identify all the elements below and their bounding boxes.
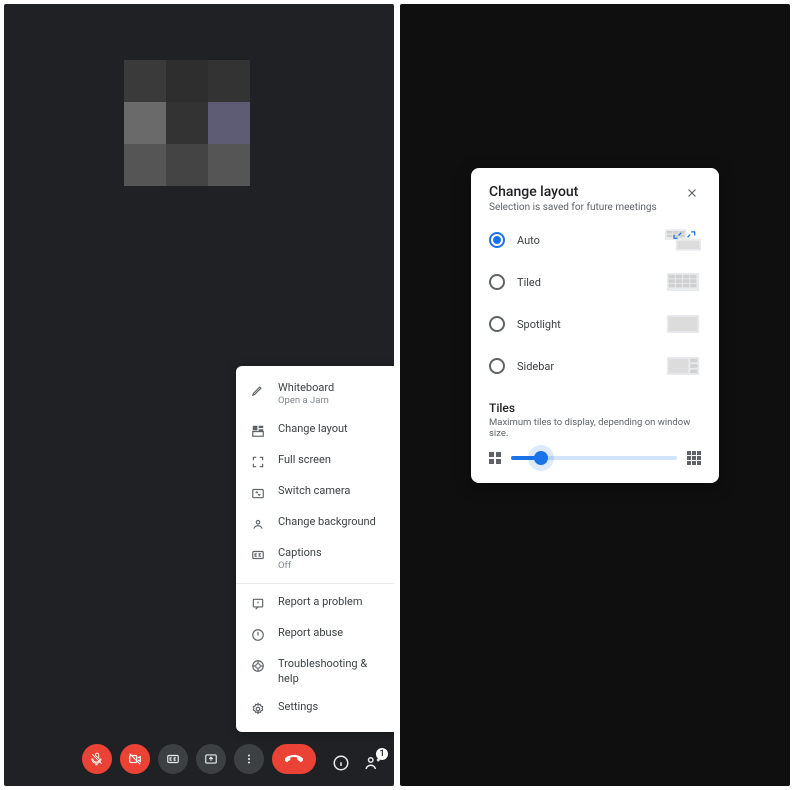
menu-item-label: Settings <box>278 700 318 714</box>
feedback-icon <box>250 596 266 612</box>
tiled-thumb-icon <box>665 271 701 293</box>
meeting-panel-right: Change layout Selection is saved for fut… <box>400 4 790 786</box>
menu-item-label: Report a problem <box>278 595 363 609</box>
report-icon <box>250 627 266 643</box>
radio-icon <box>489 232 505 248</box>
radio-label: Auto <box>517 234 540 247</box>
mic-off-button[interactable] <box>82 744 112 774</box>
help-icon <box>250 658 266 674</box>
close-button[interactable] <box>683 184 701 202</box>
captions-icon <box>250 547 266 563</box>
layout-icon <box>250 423 266 439</box>
participants-button[interactable]: 1 <box>362 752 384 774</box>
camera-off-button[interactable] <box>120 744 150 774</box>
menu-item-change-layout[interactable]: Change layout <box>236 415 394 446</box>
participants-count-badge: 1 <box>376 748 388 760</box>
captions-button[interactable] <box>158 744 188 774</box>
tiles-section: Tiles Maximum tiles to display, dependin… <box>489 401 701 465</box>
menu-item-change-background[interactable]: Change background <box>236 508 394 539</box>
auto-thumb-icon <box>665 229 701 251</box>
switch-camera-icon <box>250 485 266 501</box>
menu-item-troubleshooting[interactable]: Troubleshooting & help <box>236 650 394 693</box>
menu-item-label: Switch camera <box>278 484 350 498</box>
grid-large-icon <box>687 451 701 465</box>
menu-item-label: Full screen <box>278 453 331 467</box>
spotlight-thumb-icon <box>665 313 701 335</box>
dialog-subtitle: Selection is saved for future meetings <box>489 202 657 213</box>
menu-item-label: Captions <box>278 546 322 560</box>
layout-option-auto[interactable]: Auto <box>489 229 701 251</box>
radio-icon <box>489 274 505 290</box>
layout-option-sidebar[interactable]: Sidebar <box>489 355 701 377</box>
layout-options: Auto Tiled <box>489 229 701 377</box>
more-options-menu: Whiteboard Open a Jam Change layout Full… <box>236 366 394 732</box>
menu-item-label: Change layout <box>278 422 348 436</box>
layout-option-spotlight[interactable]: Spotlight <box>489 313 701 335</box>
menu-item-sublabel: Off <box>278 560 322 572</box>
tiles-title: Tiles <box>489 401 701 415</box>
meeting-panel-left: Whiteboard Open a Jam Change layout Full… <box>4 4 394 786</box>
present-button[interactable] <box>196 744 226 774</box>
radio-icon <box>489 358 505 374</box>
pencil-icon <box>250 382 266 398</box>
menu-item-captions[interactable]: Captions Off <box>236 539 394 580</box>
menu-item-label: Change background <box>278 515 376 529</box>
change-layout-dialog: Change layout Selection is saved for fut… <box>471 168 719 483</box>
radio-label: Tiled <box>517 276 541 289</box>
menu-item-full-screen[interactable]: Full screen <box>236 446 394 477</box>
right-controls: 1 <box>330 752 384 774</box>
menu-item-switch-camera[interactable]: Switch camera <box>236 477 394 508</box>
dialog-title: Change layout <box>489 184 657 200</box>
layout-option-tiled[interactable]: Tiled <box>489 271 701 293</box>
background-icon <box>250 516 266 532</box>
info-button[interactable] <box>330 752 352 774</box>
tiles-subtitle: Maximum tiles to display, depending on w… <box>489 417 701 439</box>
gear-icon <box>250 701 266 717</box>
fullscreen-icon <box>250 454 266 470</box>
menu-divider <box>236 583 394 584</box>
more-options-button[interactable] <box>234 744 264 774</box>
menu-item-settings[interactable]: Settings <box>236 693 394 724</box>
tiles-slider[interactable] <box>511 456 677 460</box>
menu-item-report-problem[interactable]: Report a problem <box>236 588 394 619</box>
menu-item-whiteboard[interactable]: Whiteboard Open a Jam <box>236 374 394 415</box>
sidebar-thumb-icon <box>665 355 701 377</box>
menu-item-label: Report abuse <box>278 626 343 640</box>
menu-item-label: Whiteboard <box>278 381 334 395</box>
menu-item-label: Troubleshooting & help <box>278 657 388 686</box>
radio-label: Spotlight <box>517 318 561 331</box>
hangup-button[interactable] <box>272 744 316 774</box>
grid-small-icon <box>489 452 501 464</box>
participant-video-tile <box>124 60 250 228</box>
radio-icon <box>489 316 505 332</box>
menu-item-sublabel: Open a Jam <box>278 395 334 407</box>
radio-label: Sidebar <box>517 360 554 373</box>
menu-item-report-abuse[interactable]: Report abuse <box>236 619 394 650</box>
